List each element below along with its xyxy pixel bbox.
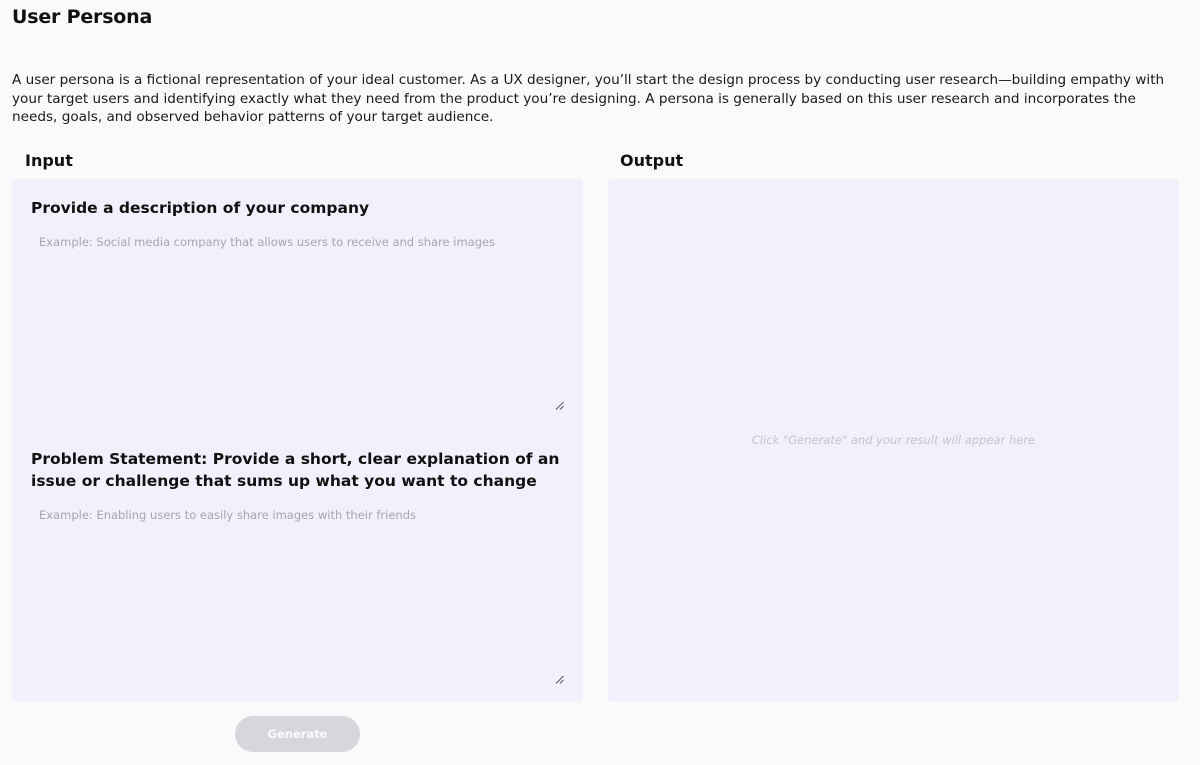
output-section-title: Output	[620, 151, 684, 170]
company-description-textarea[interactable]	[31, 229, 565, 411]
input-section-title: Input	[25, 151, 73, 170]
page-description: A user persona is a fictional representa…	[12, 72, 1165, 125]
resize-handle-icon[interactable]	[555, 401, 564, 410]
resize-handle-icon[interactable]	[555, 675, 564, 684]
generate-button[interactable]: Generate	[235, 716, 360, 752]
page-title: User Persona	[12, 6, 153, 28]
problem-statement-textarea[interactable]	[31, 502, 565, 686]
output-panel: Click "Generate" and your result will ap…	[608, 179, 1179, 702]
company-description-label: Provide a description of your company	[31, 199, 370, 217]
problem-statement-label: Problem Statement: Provide a short, clea…	[31, 450, 560, 490]
output-placeholder-text: Click "Generate" and your result will ap…	[751, 433, 1036, 447]
input-panel: Provide a description of your company Pr…	[12, 179, 583, 702]
